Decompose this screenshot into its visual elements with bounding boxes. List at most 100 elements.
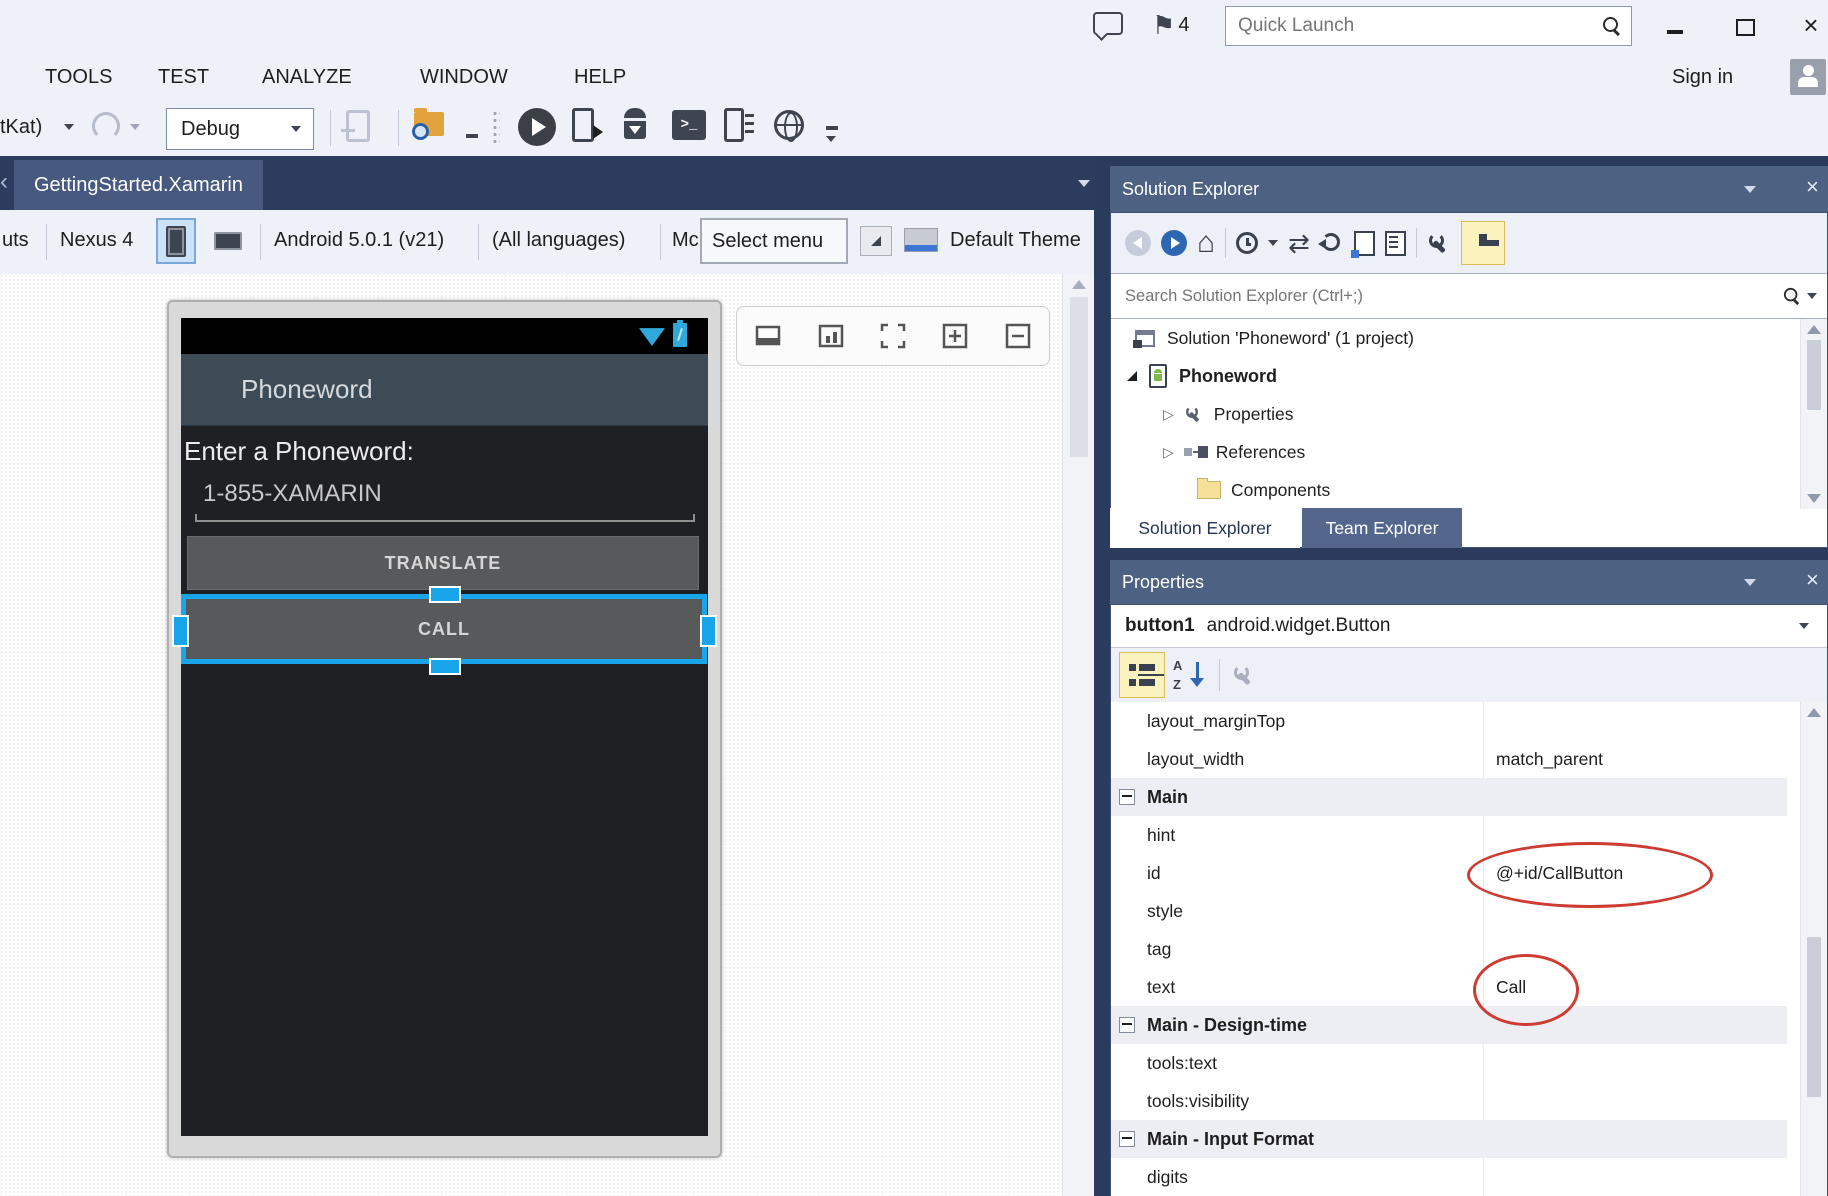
canvas-scrollbar[interactable] [1062,274,1095,1196]
designer-corner-button[interactable] [860,226,892,256]
property-row-layout-margintop[interactable]: layout_marginTop [1111,702,1787,741]
properties-wrench-icon[interactable] [1427,231,1451,255]
sdk-manager-sphere-icon[interactable] [774,110,804,140]
notifications-flag-icon[interactable]: ⚑ 4 [1152,8,1189,42]
toolbar-overflow-arrow[interactable] [826,136,836,142]
minimize-button[interactable] [1658,12,1692,42]
view-code-icon[interactable] [1385,231,1406,256]
menu-analyze[interactable]: ANALYZE [262,66,352,89]
android-version-selector[interactable]: Android 5.0.1 (v21) [274,229,444,252]
tree-scrollbar[interactable] [1800,319,1827,509]
zoom-out-icon[interactable] [1003,321,1033,351]
find-in-files-icon[interactable] [414,112,444,136]
properties-scrollbar[interactable] [1800,702,1827,1196]
solution-explorer-header[interactable]: Solution Explorer × [1110,166,1828,212]
tab-team-explorer[interactable]: Team Explorer [1302,508,1462,548]
property-row-style[interactable]: style [1111,892,1787,931]
run-play-icon[interactable] [518,108,556,146]
portrait-orientation-button[interactable] [156,218,196,264]
forward-icon[interactable] [1161,230,1187,256]
canvas-scrollbar-thumb[interactable] [1070,297,1088,457]
property-group-design-time[interactable]: Main - Design-time [1111,1006,1787,1044]
expander-collapsed-icon[interactable]: ▷ [1163,445,1174,459]
refresh-solution-icon[interactable] [1320,231,1344,255]
property-row-digits[interactable]: digits [1111,1158,1787,1196]
quick-launch-input[interactable] [1226,14,1603,38]
properties-object-selector[interactable]: button1 android.widget.Button [1111,605,1827,648]
menu-test[interactable]: TEST [158,66,209,89]
console-icon[interactable]: >_ [672,110,706,140]
select-menu-dropdown[interactable]: Select menu [700,218,848,264]
phoneword-prompt-label[interactable]: Enter a Phoneword: [184,436,414,467]
theme-icon[interactable] [904,228,938,252]
property-row-hint[interactable]: hint [1111,816,1787,855]
tree-item-components[interactable]: Components [1111,471,1827,509]
expander-collapsed-icon[interactable]: ▷ [1163,407,1174,421]
tree-item-properties[interactable]: ▷ Properties [1111,395,1827,433]
phone-number-input[interactable]: 1-855-XAMARIN [195,480,695,522]
theme-selector[interactable]: Default Theme [950,229,1081,252]
tab-scroll-left-icon[interactable]: ‹ [0,170,8,194]
filter-dropdown-icon[interactable] [1268,240,1278,246]
panel-menu-icon[interactable] [1744,186,1756,193]
selection-handle-left[interactable] [172,615,189,647]
maximize-button[interactable] [1728,12,1762,42]
toolbar-overflow-dash2[interactable] [826,126,838,130]
refresh-icon[interactable] [92,112,120,140]
tree-item-solution[interactable]: Solution 'Phoneword' (1 project) [1111,319,1827,357]
panel-close-icon[interactable]: × [1806,176,1819,198]
sync-with-active-document-icon[interactable]: ⇄ [1288,230,1310,256]
search-icon[interactable] [1784,288,1800,304]
categorized-view-button[interactable] [1119,652,1165,698]
phone-screen[interactable]: Phoneword Enter a Phoneword: 1-855-XAMAR… [181,318,708,1136]
show-all-files-icon[interactable] [1354,231,1375,256]
tree-item-project-phoneword[interactable]: Phoneword [1111,357,1827,395]
property-row-layout-width[interactable]: layout_widthmatch_parent [1111,740,1787,779]
panel-close-icon[interactable]: × [1806,569,1819,591]
object-selector-dropdown-icon[interactable] [1799,623,1809,629]
call-button-selection[interactable]: CALL [181,594,707,664]
menu-tools[interactable]: TOOLS [45,66,112,89]
toolbar-overflow-dash[interactable] [466,134,478,138]
property-row-id[interactable]: id@+id/CallButton [1111,854,1787,893]
device-preview-icon[interactable] [816,321,846,351]
device-log-icon[interactable] [724,108,744,142]
home-icon[interactable]: ⌂ [1197,228,1215,258]
canvas-scroll-up-icon[interactable] [1072,280,1086,289]
target-config-dropdown-icon[interactable] [64,124,74,130]
avatar[interactable] [1790,59,1826,95]
preview-selected-items-toggle[interactable] [1461,221,1505,265]
collapse-group-icon[interactable] [1119,789,1135,805]
call-button[interactable]: CALL [186,599,702,659]
pending-changes-filter-icon[interactable] [1236,232,1258,254]
panel-menu-icon[interactable] [1744,579,1756,586]
solution-explorer-search-input[interactable] [1111,287,1783,306]
selection-handle-bottom[interactable] [429,658,461,675]
property-group-main[interactable]: Main [1111,778,1787,816]
quick-launch-search-icon[interactable] [1603,17,1621,35]
build-config-combobox[interactable]: Debug [166,108,314,150]
property-row-text[interactable]: textCall [1111,968,1787,1007]
property-pages-icon[interactable] [1232,663,1256,687]
property-row-tools-text[interactable]: tools:text [1111,1044,1787,1083]
tab-well-overflow-icon[interactable] [1078,180,1090,187]
selection-handle-top[interactable] [429,586,461,603]
alternate-layout-icon[interactable] [753,321,783,351]
solution-explorer-searchbox[interactable] [1111,273,1827,319]
tree-scroll-up-icon[interactable] [1807,325,1821,334]
property-row-tag[interactable]: tag [1111,930,1787,969]
sign-in-link[interactable]: Sign in [1672,66,1733,89]
collapse-group-icon[interactable] [1119,1017,1135,1033]
menu-window[interactable]: WINDOW [420,66,508,89]
properties-scrollbar-thumb[interactable] [1807,937,1821,1097]
close-button[interactable]: × [1794,10,1828,40]
property-group-input-format[interactable]: Main - Input Format [1111,1120,1787,1158]
refresh-dropdown-icon[interactable] [130,124,140,130]
translate-button[interactable]: TRANSLATE [187,536,699,590]
expander-expanded-icon[interactable] [1127,371,1137,381]
device-selector[interactable]: Nexus 4 [60,229,133,252]
properties-scroll-up-icon[interactable] [1807,708,1821,717]
search-options-icon[interactable] [1807,293,1817,299]
attach-process-icon[interactable] [346,110,370,142]
zoom-to-fit-icon[interactable] [878,321,908,351]
